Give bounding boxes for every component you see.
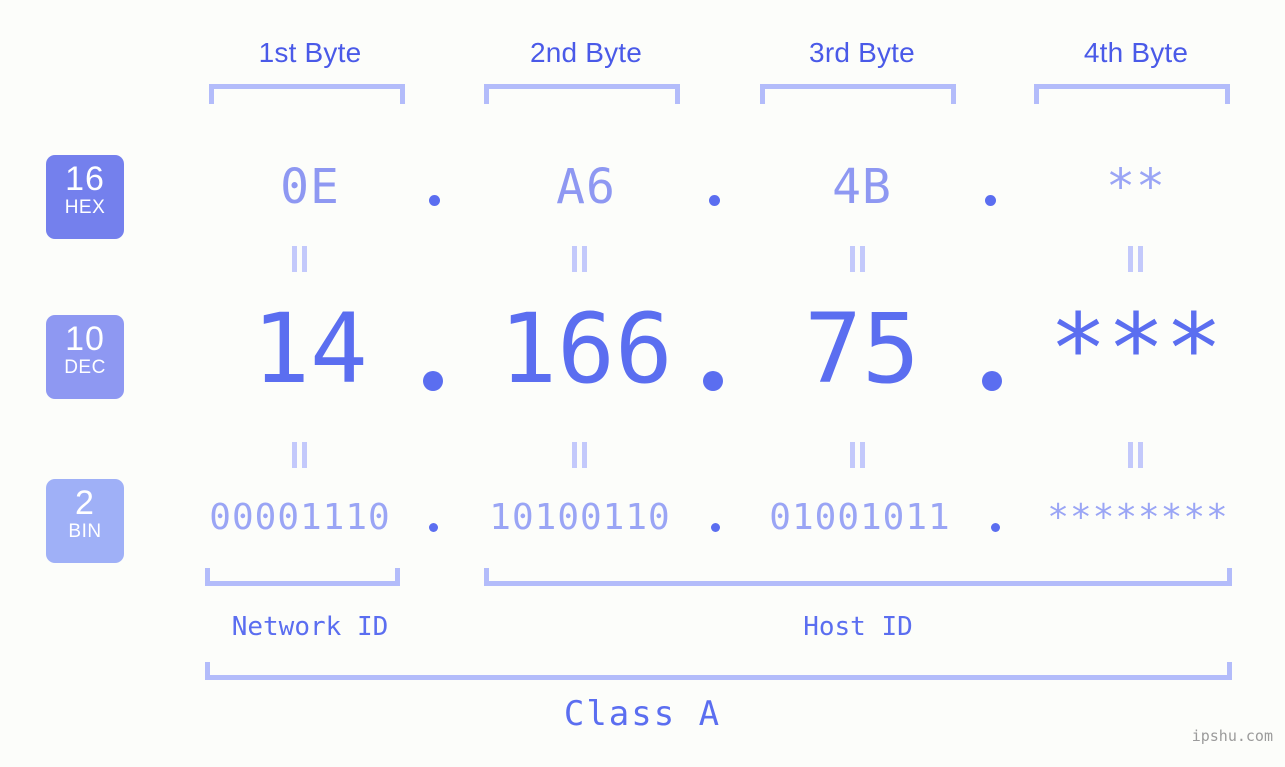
hex-value-byte-3: 4B (832, 159, 892, 215)
radix-badge-bin-label: BIN (68, 521, 102, 542)
bin-dot-separator-3 (991, 523, 1000, 532)
bin-value-byte-2: 10100110 (489, 497, 671, 538)
dec-value-byte-1: 14 (252, 293, 368, 405)
byte-bracket-4 (1034, 84, 1230, 104)
byte-bracket-1 (209, 84, 405, 104)
bin-dot-separator-1 (429, 523, 438, 532)
class-bracket (205, 662, 1232, 680)
bin-value-byte-3: 01001011 (769, 497, 951, 538)
radix-badge-hex-label: HEX (64, 197, 106, 218)
bin-value-byte-1: 00001110 (209, 497, 391, 538)
hex-dot-separator-2 (709, 195, 720, 206)
equals-icon-dec-bin-3 (850, 442, 866, 468)
byte-header-4: 4th Byte (1083, 37, 1189, 68)
dec-dot-separator-2 (703, 371, 723, 391)
hex-dot-separator-1 (429, 195, 440, 206)
network-id-bracket (205, 568, 400, 586)
equals-icon-hex-dec-3 (850, 246, 866, 272)
byte-bracket-2 (484, 84, 680, 104)
equals-icon-dec-bin-2 (572, 442, 588, 468)
diagram-canvas: 1st Byte 2nd Byte 3rd Byte 4th Byte 16 H… (0, 0, 1285, 767)
hex-value-byte-1: 0E (280, 159, 340, 215)
radix-badge-dec-number: 10 (65, 320, 105, 358)
hex-value-byte-2: A6 (556, 159, 616, 215)
equals-icon-hex-dec-2 (572, 246, 588, 272)
dec-value-byte-2: 166 (499, 293, 673, 405)
radix-badge-hex: 16 HEX (46, 155, 124, 239)
byte-header-3: 3rd Byte (809, 37, 915, 68)
equals-icon-dec-bin-1 (292, 442, 308, 468)
byte-header-1: 1st Byte (258, 37, 362, 68)
dec-dot-separator-1 (423, 371, 443, 391)
hex-dot-separator-3 (985, 195, 996, 206)
hex-value-byte-4: ** (1106, 159, 1166, 215)
bin-value-byte-4: ******** (1047, 497, 1229, 538)
host-id-label: Host ID (803, 612, 913, 642)
byte-bracket-3 (760, 84, 956, 104)
radix-badge-bin: 2 BIN (46, 479, 124, 563)
radix-badge-dec: 10 DEC (46, 315, 124, 399)
network-id-label: Network ID (231, 612, 389, 642)
equals-icon-dec-bin-4 (1128, 442, 1144, 468)
host-id-bracket (484, 568, 1232, 586)
class-label: Class A (563, 694, 722, 734)
equals-icon-hex-dec-1 (292, 246, 308, 272)
bin-dot-separator-2 (711, 523, 720, 532)
site-watermark: ipshu.com (1191, 727, 1273, 745)
equals-icon-hex-dec-4 (1128, 246, 1144, 272)
dec-value-byte-3: 75 (804, 293, 920, 405)
dec-value-byte-4: *** (1049, 293, 1223, 405)
byte-header-2: 2nd Byte (529, 37, 643, 68)
radix-badge-hex-number: 16 (65, 160, 105, 198)
dec-dot-separator-3 (982, 371, 1002, 391)
radix-badge-dec-label: DEC (64, 357, 106, 378)
radix-badge-bin-number: 2 (75, 484, 95, 522)
